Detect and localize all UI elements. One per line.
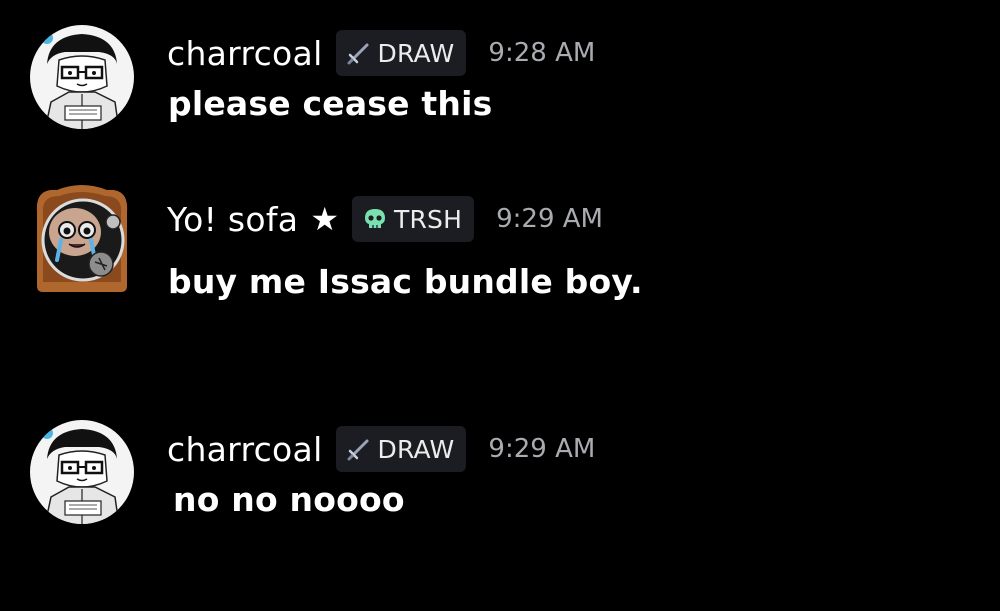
tag-label: DRAW bbox=[377, 38, 455, 68]
user-avatar[interactable] bbox=[29, 419, 135, 525]
username[interactable]: Yo! sofa bbox=[167, 200, 298, 239]
timestamp[interactable]: 9:29 AM bbox=[496, 204, 603, 234]
message-content: please cease this bbox=[168, 84, 493, 123]
skull-icon bbox=[365, 209, 385, 228]
username[interactable]: charrcoal bbox=[167, 34, 323, 73]
message-content: buy me Issac bundle boy. bbox=[168, 262, 643, 301]
timestamp[interactable]: 9:28 AM bbox=[488, 38, 595, 68]
user-avatar[interactable] bbox=[27, 182, 137, 292]
sword-icon bbox=[347, 43, 369, 65]
sword-icon bbox=[347, 439, 369, 461]
sketch-character-avatar-icon bbox=[30, 420, 134, 524]
message-content: no no noooo bbox=[173, 480, 405, 519]
server-tag[interactable]: DRAW bbox=[335, 30, 467, 76]
message-header: Yo! sofa ★ TRSH 9:29 AM bbox=[167, 194, 603, 244]
username[interactable]: charrcoal bbox=[167, 430, 323, 469]
message-item[interactable]: Yo! sofa ★ TRSH 9:29 AM buy me Issac bun… bbox=[0, 160, 1000, 330]
star-icon: ★ bbox=[310, 200, 339, 238]
tag-label: TRSH bbox=[394, 204, 463, 234]
sketch-character-avatar-icon bbox=[30, 25, 134, 129]
server-tag[interactable]: TRSH bbox=[352, 196, 475, 242]
server-tag[interactable]: DRAW bbox=[335, 426, 467, 472]
message-header: charrcoal DRAW 9:29 AM bbox=[167, 423, 595, 475]
message-header: charrcoal DRAW 9:28 AM bbox=[167, 27, 595, 79]
message-item[interactable]: charrcoal DRAW 9:29 AM no no noooo bbox=[0, 395, 1000, 545]
timestamp[interactable]: 9:29 AM bbox=[488, 434, 595, 464]
tag-label: DRAW bbox=[377, 434, 455, 464]
isaac-toast-avatar-icon bbox=[36, 185, 128, 292]
user-avatar[interactable] bbox=[29, 24, 135, 130]
message-item[interactable]: charrcoal DRAW 9:28 AM please cease this bbox=[0, 0, 1000, 150]
